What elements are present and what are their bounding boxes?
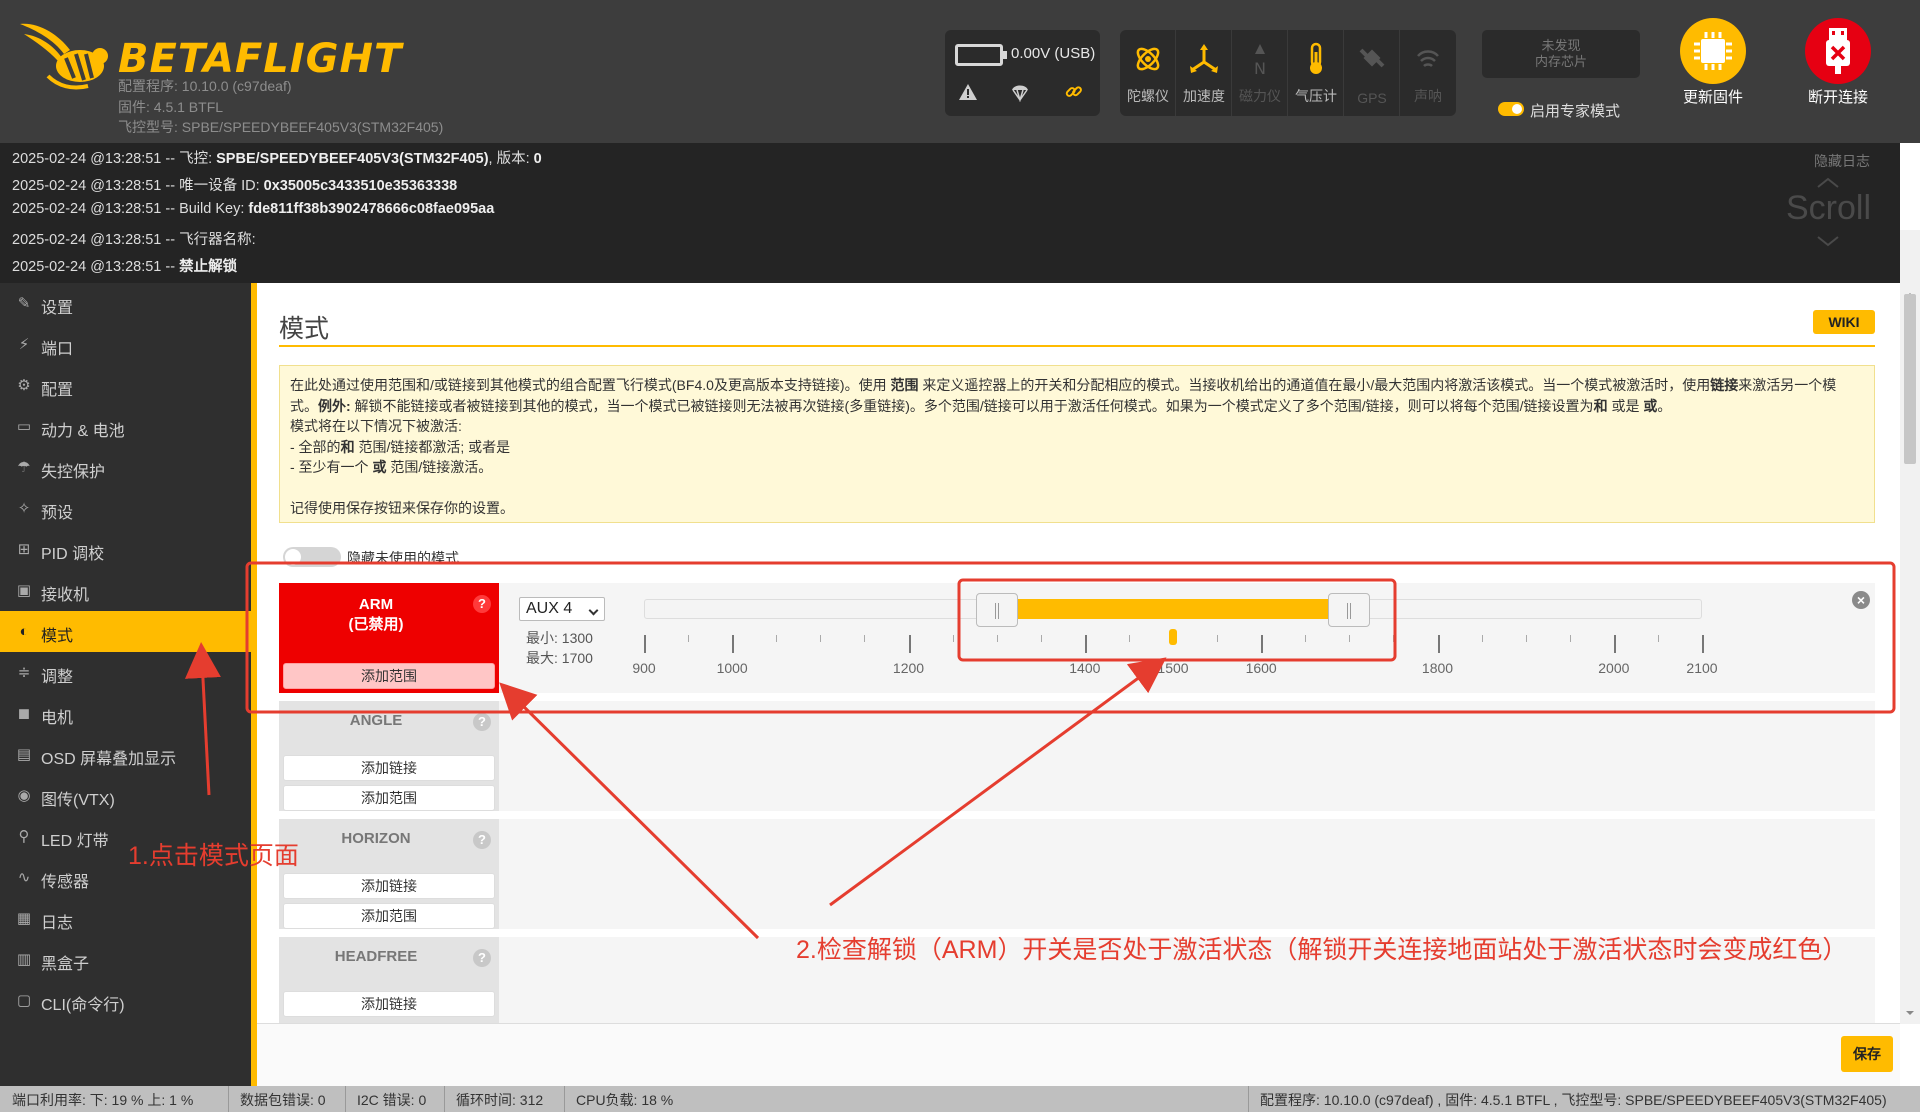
annotation-arrow-2 [499, 682, 760, 940]
range-highlight-box [957, 578, 1397, 662]
annotation-step-2: 2.检查解锁（ARM）开关是否处于激活状态（解锁开关连接地面站处于激活状态时会变… [796, 936, 1848, 964]
annotation-step-1: 1.点击模式页面 [128, 842, 299, 870]
annotation-arrow-1 [184, 642, 221, 796]
arm-row-highlight-box [245, 561, 1896, 714]
annotation-arrow-3 [829, 657, 1167, 907]
